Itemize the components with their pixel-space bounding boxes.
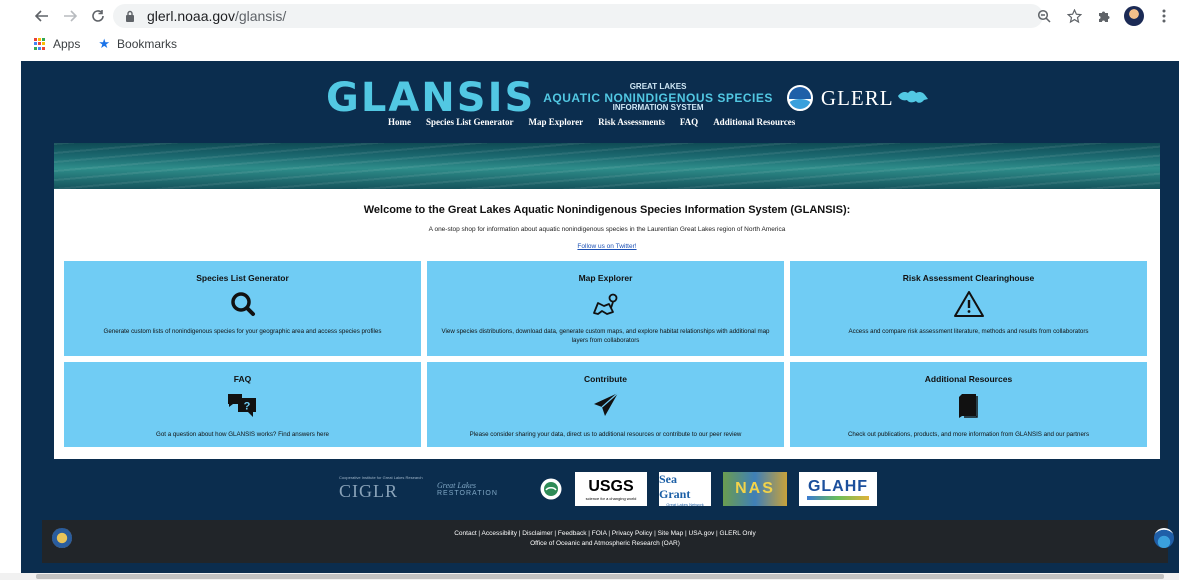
- header-logos: GLANSIS GREAT LAKES AQUATIC NONINDIGENOU…: [326, 75, 930, 121]
- card-title: Additional Resources: [924, 374, 1013, 384]
- restoration-logo-top: Great Lakes: [437, 481, 477, 490]
- address-bar[interactable]: glerl.noaa.gov/glansis/: [113, 4, 1043, 28]
- footer: Contact | Accessibility | Disclaimer | F…: [42, 520, 1174, 563]
- usgs-logo-text: USGS: [588, 477, 634, 495]
- sea-grant-logo-tagline: Great Lakes Network: [666, 501, 704, 507]
- usgs-logo[interactable]: USGS science for a changing world: [575, 472, 647, 506]
- epa-seal-icon[interactable]: [539, 472, 563, 506]
- glansis-logo-subtitle: GREAT LAKES AQUATIC NONINDIGENOUS SPECIE…: [543, 82, 773, 113]
- twitter-follow-link[interactable]: Follow us on Twitter!: [54, 243, 1160, 250]
- page-title: Welcome to the Great Lakes Aquatic Nonin…: [363, 204, 851, 216]
- glerl-logo[interactable]: GLERL: [821, 86, 894, 111]
- restoration-logo-text: RESTORATION: [437, 490, 498, 497]
- bookmarks-bar: Apps ★ Bookmarks: [0, 32, 1179, 56]
- nas-logo[interactable]: NAS: [723, 472, 787, 506]
- book-icon: [958, 394, 978, 418]
- ciglr-logo-text: CIGLR: [339, 480, 398, 501]
- zoom-icon[interactable]: [1029, 4, 1059, 28]
- back-button[interactable]: [32, 6, 52, 26]
- toolbar-right: [1029, 4, 1179, 28]
- card-faq[interactable]: FAQ ? Got a question about how GLANSIS w…: [64, 362, 421, 447]
- bookmark-star-icon[interactable]: [1059, 4, 1089, 28]
- reload-icon: [92, 10, 104, 22]
- ciglr-logo[interactable]: Cooperative Institute for Great Lakes Re…: [339, 472, 425, 506]
- svg-text:?: ?: [243, 401, 250, 413]
- map-icon: [592, 293, 617, 315]
- card-title: Risk Assessment Clearinghouse: [902, 273, 1035, 283]
- card-description: Please consider sharing your data, direc…: [469, 431, 742, 438]
- usgs-logo-tagline: science for a changing world: [585, 495, 637, 501]
- card-description: Check out publications, products, and mo…: [847, 431, 1090, 438]
- star-icon: ★: [98, 36, 111, 52]
- scrollbar-thumb[interactable]: [36, 574, 1164, 579]
- logo-sub-line3: INFORMATION SYSTEM: [612, 103, 704, 113]
- forward-arrow-icon: [64, 10, 77, 22]
- top-nav: Home Species List Generator Map Explorer…: [388, 117, 810, 127]
- avatar: [1124, 6, 1144, 26]
- bookmark-apps[interactable]: Apps: [34, 37, 80, 51]
- footer-links[interactable]: Contact | Accessibility | Disclaimer | F…: [42, 530, 1168, 537]
- card-title: Species List Generator: [196, 273, 289, 283]
- sea-grant-logo-text: Sea Grant: [659, 471, 691, 501]
- url-domain: glerl.noaa.gov: [147, 8, 235, 24]
- card-map-explorer[interactable]: Map Explorer View species distributions,…: [427, 261, 784, 356]
- water-banner-image: [54, 143, 1160, 189]
- nav-map-explorer[interactable]: Map Explorer: [528, 117, 583, 127]
- faq-icon: ?: [227, 394, 256, 417]
- extensions-icon[interactable]: [1089, 4, 1119, 28]
- nas-logo-text: NAS: [735, 480, 775, 497]
- main-content: Welcome to the Great Lakes Aquatic Nonin…: [54, 189, 1160, 459]
- card-additional-resources[interactable]: Additional Resources Check out publicati…: [790, 362, 1147, 447]
- page-container: GLANSIS GREAT LAKES AQUATIC NONINDIGENOU…: [21, 61, 1179, 573]
- bookmark-bookmarks[interactable]: ★ Bookmarks: [98, 37, 177, 52]
- nav-home[interactable]: Home: [388, 117, 411, 127]
- partner-logos: Cooperative Institute for Great Lakes Re…: [339, 470, 889, 508]
- card-description: Access and compare risk assessment liter…: [848, 328, 1089, 335]
- card-description: Generate custom lists of nonindigenous s…: [103, 328, 382, 335]
- card-contribute[interactable]: Contribute Please consider sharing your …: [427, 362, 784, 447]
- noaa-logo-icon[interactable]: [786, 85, 813, 111]
- search-icon: [230, 292, 255, 316]
- reload-button[interactable]: [88, 6, 108, 26]
- forward-button[interactable]: [60, 6, 80, 26]
- card-species-list-generator[interactable]: Species List Generator Generate custom l…: [64, 261, 421, 356]
- profile-button[interactable]: [1119, 4, 1149, 28]
- great-lakes-restoration-logo[interactable]: Great Lakes RESTORATION: [437, 472, 527, 506]
- card-description: Got a question about how GLANSIS works? …: [156, 431, 329, 438]
- send-icon: [593, 392, 618, 416]
- back-arrow-icon: [35, 10, 48, 22]
- apps-grid-icon: [34, 38, 46, 50]
- nav-risk-assessments[interactable]: Risk Assessments: [598, 117, 665, 127]
- glahf-logo[interactable]: GLAHF: [799, 472, 877, 506]
- warning-icon: [953, 291, 984, 317]
- card-title: Contribute: [584, 374, 627, 384]
- url-path: /glansis/: [234, 8, 287, 24]
- card-risk-assessment[interactable]: Risk Assessment Clearinghouse Access and…: [790, 261, 1147, 356]
- card-title: Map Explorer: [578, 273, 633, 283]
- card-title: FAQ: [233, 374, 252, 384]
- menu-kebab-icon[interactable]: [1149, 4, 1179, 28]
- nav-faq[interactable]: FAQ: [680, 117, 698, 127]
- sea-grant-logo[interactable]: Sea Grant Great Lakes Network: [659, 471, 711, 507]
- bookmark-label: Bookmarks: [117, 37, 178, 51]
- lock-icon: [126, 10, 134, 22]
- page-subtitle: A one-stop shop for information about aq…: [428, 226, 786, 233]
- footer-oar-link[interactable]: Office of Oceanic and Atmospheric Resear…: [42, 540, 1168, 547]
- noaa-footer-logo-icon[interactable]: [1154, 528, 1174, 548]
- browser-toolbar: glerl.noaa.gov/glansis/: [0, 0, 1179, 32]
- great-lakes-shape-icon: [897, 90, 928, 103]
- glahf-logo-stripe: [807, 496, 869, 500]
- glansis-logo[interactable]: GLANSIS: [326, 78, 535, 118]
- horizontal-scrollbar[interactable]: [0, 573, 1179, 580]
- bookmark-label: Apps: [53, 37, 81, 51]
- nav-species-list-generator[interactable]: Species List Generator: [426, 117, 513, 127]
- glahf-logo-text: GLAHF: [807, 478, 869, 495]
- nav-additional-resources[interactable]: Additional Resources: [713, 117, 795, 127]
- card-description: View species distributions, download dat…: [441, 328, 770, 344]
